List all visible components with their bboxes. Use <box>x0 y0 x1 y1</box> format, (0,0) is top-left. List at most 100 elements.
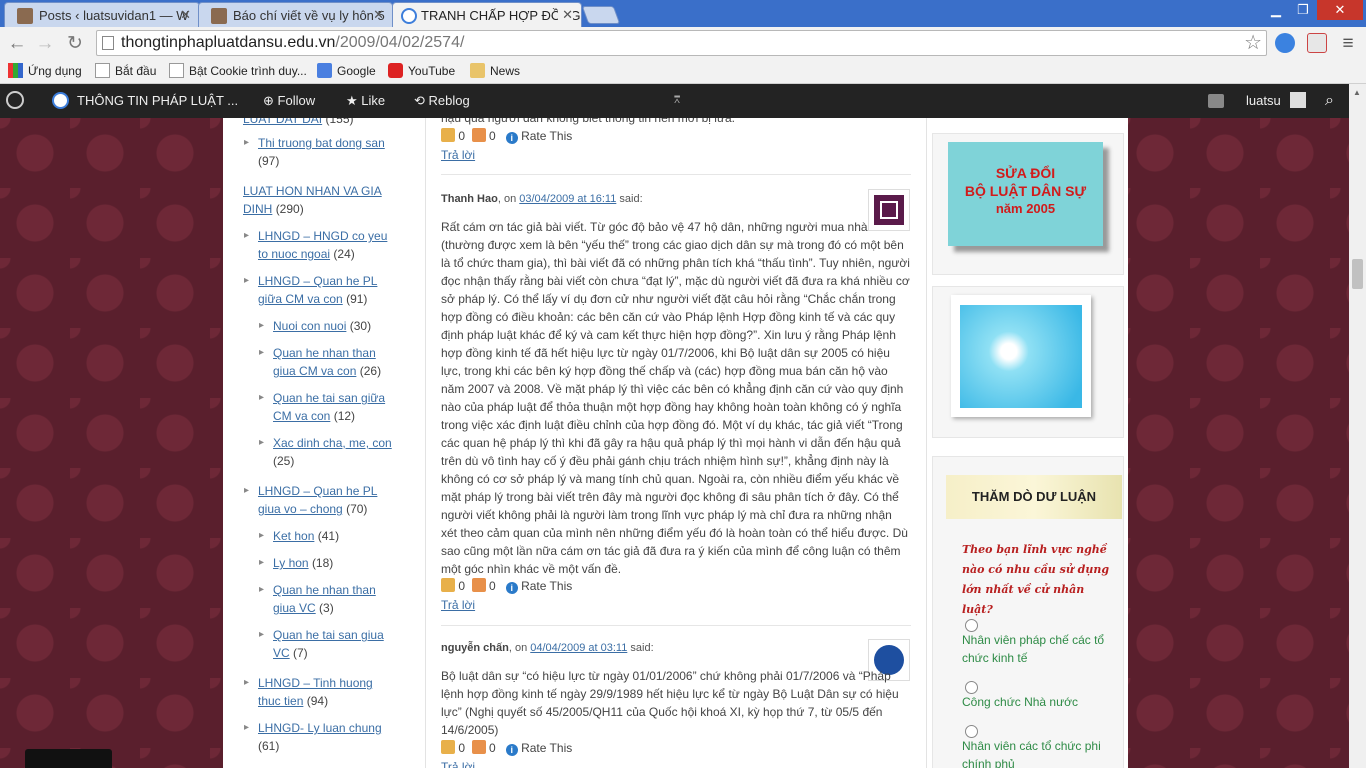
close-window-button[interactable]: ✕ <box>1317 0 1363 20</box>
browser-tab-strip: Posts ‹ luatsuvidan1 — W ✕ Báo chí viết … <box>0 0 1366 27</box>
category-link[interactable]: Xac dinh cha, me, con <box>273 436 392 450</box>
collapse-bar-icon[interactable]: ⩞ <box>674 84 680 118</box>
browser-tab-3-active[interactable]: TRANH CHẤP HỢP ĐỒNG ✕ <box>392 2 582 27</box>
reply-link[interactable]: Trả lời <box>441 760 475 768</box>
bookmarks-bar: Ứng dụng Bắt đầu Bật Cookie trình duy...… <box>0 60 1366 84</box>
category-item: LUAT DAT DAI (155) <box>243 118 383 128</box>
tab-title: TRANH CHẤP HỢP ĐỒNG <box>421 8 581 23</box>
thumbs-up-icon[interactable] <box>441 128 455 142</box>
like-label: Like <box>361 93 386 108</box>
minimize-window-button[interactable]: ▁ <box>1263 0 1289 20</box>
comments-column: hậu quả người dân không biết thông tin n… <box>426 118 924 768</box>
page-icon <box>169 63 184 78</box>
comment-date-link[interactable]: 04/04/2009 at 03:11 <box>530 642 627 654</box>
user-account-menu[interactable]: luatsu <box>1246 84 1307 118</box>
reply-link[interactable]: Trả lời <box>441 598 475 612</box>
category-link[interactable]: LHNGD- Ly luan chung <box>258 721 382 735</box>
bullet-arrow-icon: ▸ <box>244 275 250 286</box>
new-tab-button[interactable] <box>581 6 621 24</box>
bookmark-youtube[interactable]: YouTube <box>388 63 455 79</box>
cloud-extension-icon[interactable] <box>1275 33 1295 53</box>
category-link[interactable]: LHNGD – HNGD co yeu to nuoc ngoai <box>258 229 387 261</box>
follow-label: Follow <box>277 93 316 108</box>
bullet-arrow-icon: ▸ <box>259 629 265 640</box>
category-count: (30) <box>349 319 372 333</box>
bookmark-star-icon[interactable]: ☆ <box>1244 31 1262 55</box>
category-count: (41) <box>317 529 340 543</box>
bookmark-label: Ứng dụng <box>28 64 82 78</box>
bookmark-apps[interactable]: Ứng dụng <box>8 63 82 79</box>
thumbs-up-icon[interactable] <box>441 578 455 592</box>
category-link[interactable]: Thi truong bat dong san <box>258 136 385 150</box>
category-count: (61) <box>258 739 280 753</box>
category-link[interactable]: LUAT DAT DAI <box>243 118 322 126</box>
thumbs-up-icon[interactable] <box>441 740 455 754</box>
maximize-window-button[interactable]: ❐ <box>1290 0 1316 20</box>
scroll-up-arrow-icon[interactable]: ▲ <box>1353 88 1361 97</box>
forward-arrow-icon[interactable]: → <box>34 33 56 55</box>
poll-option-3[interactable]: Nhân viên các tổ chức phi chính phủ <box>962 737 1112 768</box>
site-title-link[interactable]: THÔNG TIN PHÁP LUẬT ... <box>52 84 238 118</box>
comment-author: nguyễn chấn <box>441 642 509 654</box>
bullet-arrow-icon: ▸ <box>259 530 265 541</box>
thumbs-down-icon[interactable] <box>471 740 486 754</box>
civil-code-banner[interactable]: SỬA ĐỔI BỘ LUẬT DÂN SỰ năm 2005 <box>948 142 1103 246</box>
rate-this-label[interactable]: Rate This <box>521 741 572 755</box>
reblog-icon: ⟲ <box>414 93 425 108</box>
reply-link[interactable]: Trả lời <box>441 148 475 162</box>
reblog-button[interactable]: ⟲ Reblog <box>414 84 470 118</box>
category-item: ▸ Quan he nhan than giua CM va con (26) <box>259 344 393 380</box>
info-icon: i <box>505 582 518 594</box>
wordpress-logo-icon[interactable] <box>6 84 28 118</box>
rate-this-label[interactable]: Rate This <box>521 129 572 143</box>
close-tab-icon[interactable]: ✕ <box>558 7 573 23</box>
close-tab-icon[interactable]: ✕ <box>373 7 384 23</box>
rate-this-label[interactable]: Rate This <box>521 579 572 593</box>
browser-tab-2[interactable]: Báo chí viết về vụ ly hôn 5 ✕ <box>198 2 393 27</box>
notifications-button[interactable] <box>1208 84 1224 118</box>
search-icon[interactable]: ⌕ <box>1325 84 1334 118</box>
category-link[interactable]: Nuoi con nuoi <box>273 319 346 333</box>
thumbs-down-icon[interactable] <box>471 578 486 592</box>
bookmark-google[interactable]: Google <box>317 63 376 79</box>
thumbs-down-icon[interactable] <box>471 128 486 142</box>
reload-icon[interactable]: ↻ <box>64 33 86 55</box>
close-tab-icon[interactable]: ✕ <box>180 7 191 23</box>
category-count: (155) <box>325 118 354 126</box>
like-button[interactable]: ★ Like <box>346 84 385 118</box>
category-item: ▸ Quan he tai san giua VC (7) <box>259 626 393 662</box>
banner-widget-1: SỬA ĐỔI BỘ LUẬT DÂN SỰ năm 2005 <box>932 133 1124 275</box>
bookmark-news[interactable]: News <box>470 63 520 79</box>
address-bar[interactable]: thongtinphapluatdansu.edu.vn/2009/04/02/… <box>96 30 1267 56</box>
browser-tab-1[interactable]: Posts ‹ luatsuvidan1 — W ✕ <box>4 2 200 27</box>
bookmark-start[interactable]: Bắt đầu <box>95 63 156 79</box>
menu-hamburger-icon[interactable]: ≡ <box>1337 33 1359 55</box>
bookmark-cookie[interactable]: Bật Cookie trình duy... <box>169 63 307 79</box>
light-burst-image[interactable] <box>960 305 1082 408</box>
category-link[interactable]: Ket hon <box>273 529 314 543</box>
category-link[interactable]: Ly hon <box>273 556 309 570</box>
poll-banner: THĂM DÒ DƯ LUẬN <box>946 475 1122 519</box>
banner-line: BỘ LUẬT DÂN SỰ <box>964 183 1087 199</box>
comment-date-link[interactable]: 03/04/2009 at 16:11 <box>519 193 616 205</box>
info-icon: i <box>505 132 518 144</box>
poll-option-2[interactable]: Công chức Nhà nước <box>962 693 1112 711</box>
category-count: (91) <box>346 292 368 306</box>
category-item: ▸ Ly hon (18) <box>259 554 393 572</box>
scrollbar-thumb[interactable] <box>1352 259 1363 289</box>
follow-button[interactable]: ⊕ Follow <box>263 84 315 118</box>
category-link[interactable]: Quan he tai san giữa CM va con <box>273 391 385 423</box>
category-item: ▸ LHNGD – Tinh huong thuc tien (94) <box>244 674 388 710</box>
url-path: /2009/04/02/2574/ <box>335 34 465 51</box>
back-arrow-icon[interactable]: ← <box>6 33 28 55</box>
category-item: ▸ LHNGD – HNGD co yeu to nuoc ngoai (24) <box>244 227 388 263</box>
category-link[interactable]: LUAT HON NHAN VA GIA DINH <box>243 184 382 216</box>
comment-divider <box>441 174 911 175</box>
poll-option-1[interactable]: Nhân viên pháp chế các tổ chức kinh tế <box>962 631 1112 667</box>
page-icon <box>95 63 110 78</box>
floating-toolbar-widget[interactable] <box>25 749 112 768</box>
tab-title: Báo chí viết về vụ ly hôn 5 <box>233 8 385 23</box>
page-scrollbar[interactable]: ▲ <box>1349 84 1366 768</box>
calendar-extension-icon[interactable] <box>1307 33 1327 53</box>
category-link[interactable]: Quan he tai san giua VC <box>273 628 384 660</box>
